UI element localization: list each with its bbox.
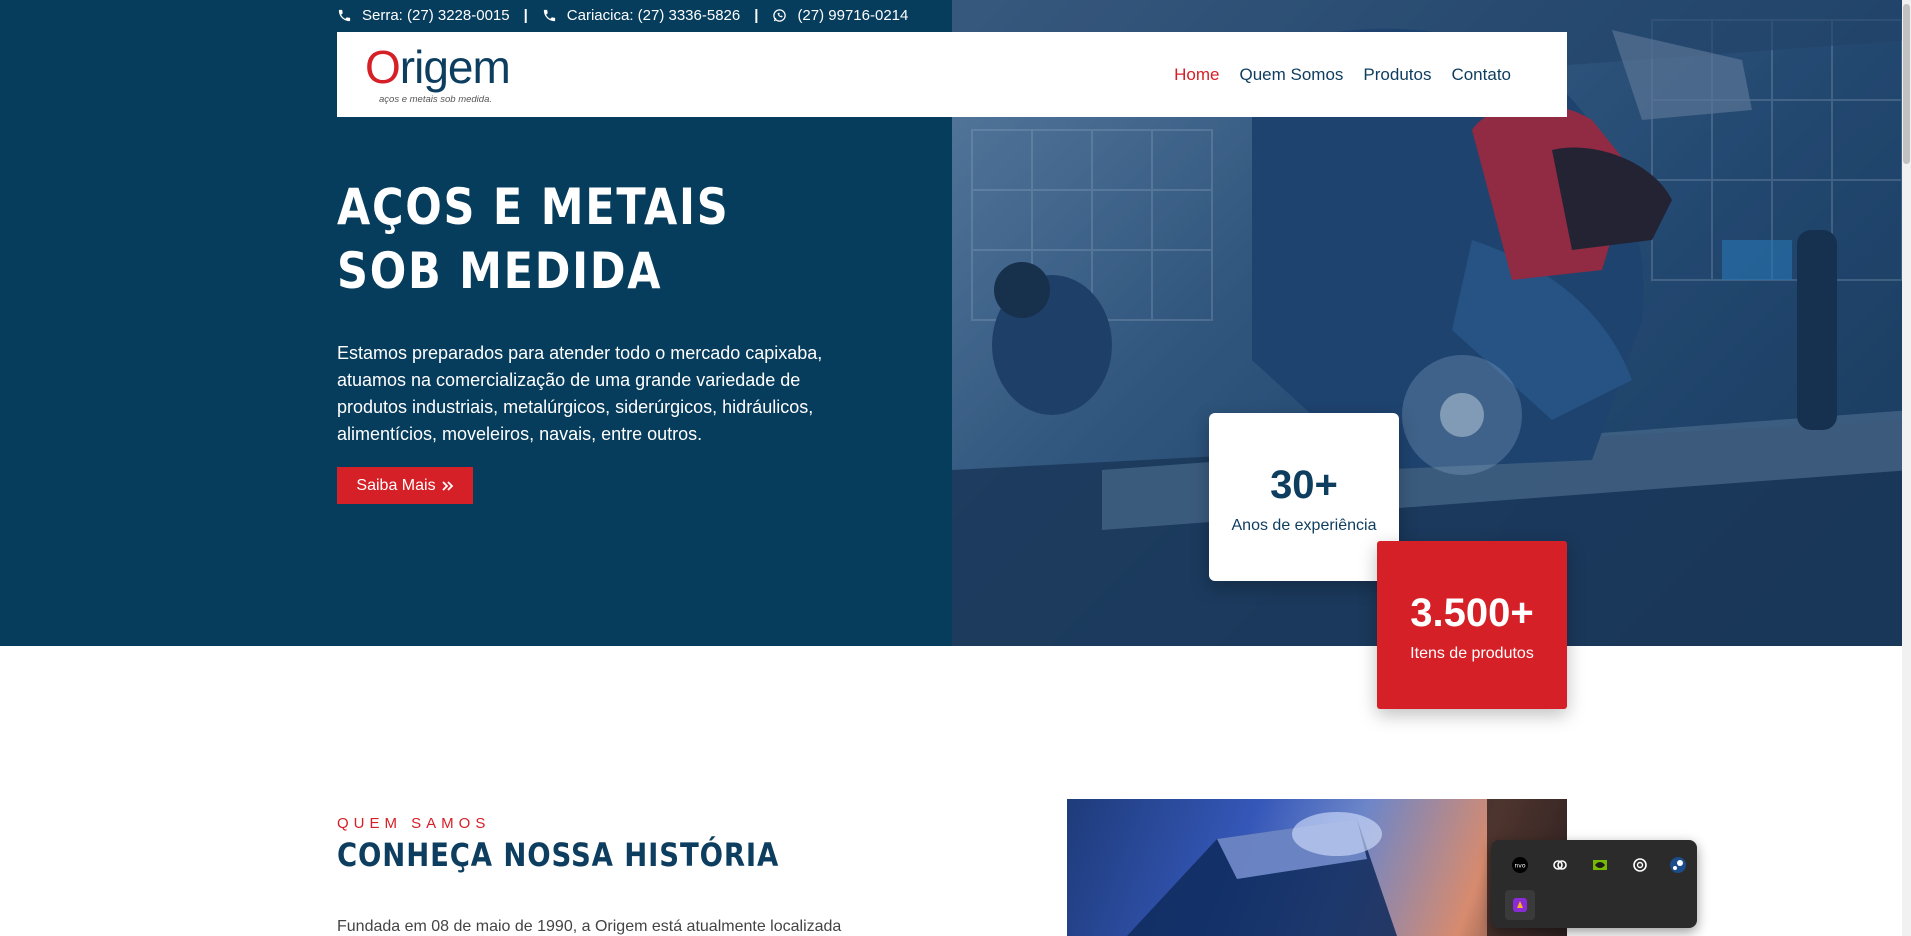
stat-card-products: 3.500+ Itens de produtos: [1377, 541, 1567, 709]
system-tray-popup: nvo: [1491, 840, 1697, 928]
phone-cariacica-text: Cariacica: (27) 3336-5826: [566, 6, 741, 24]
phone-serra[interactable]: Serra: (27) 3228-0015: [337, 7, 510, 24]
phone-cariacica[interactable]: Cariacica: (27) 3336-5826: [542, 7, 740, 24]
logo-o-mark: O: [365, 41, 401, 93]
separator: |: [754, 6, 759, 24]
hero-title: AÇOS E METAIS SOB MEDIDA: [337, 178, 730, 300]
nav-produtos[interactable]: Produtos: [1363, 65, 1431, 85]
stat-label: Itens de produtos: [1410, 645, 1534, 662]
nav-quem-somos[interactable]: Quem Somos: [1239, 65, 1343, 85]
contact-bar: Serra: (27) 3228-0015 | Cariacica: (27) …: [337, 0, 908, 30]
nav-contato[interactable]: Contato: [1451, 65, 1511, 85]
stat-value: 30+: [1270, 463, 1338, 507]
whatsapp-text: (27) 99716-0214: [797, 6, 909, 24]
double-chevron-right-icon: [441, 480, 453, 491]
page: Serra: (27) 3228-0015 | Cariacica: (27) …: [0, 0, 1911, 936]
phone-icon: [338, 9, 351, 21]
hero-description: Estamos preparados para atender todo o m…: [337, 343, 823, 444]
saiba-mais-label: Saiba Mais: [356, 476, 436, 494]
section-eyebrow: QUEM SAMOS: [337, 815, 491, 832]
phone-serra-text: Serra: (27) 3228-0015: [362, 6, 510, 24]
separator: |: [523, 6, 528, 24]
link-icon[interactable]: [1545, 850, 1575, 880]
whatsapp-icon: [773, 8, 787, 22]
svg-text:nvo: nvo: [1514, 863, 1525, 870]
scrollbar-thumb[interactable]: [1903, 4, 1910, 164]
phone-icon: [543, 9, 555, 21]
nvidia-app-icon[interactable]: nvo: [1505, 850, 1535, 880]
stat-label: Anos de experiência: [1231, 517, 1377, 534]
section-title: CONHEÇA NOSSA HISTÓRIA: [337, 836, 780, 874]
steam-icon[interactable]: [1663, 850, 1693, 880]
stat-value: 3.500+: [1410, 591, 1534, 635]
logo[interactable]: Origem aços e metais sob medida.: [365, 40, 525, 110]
nav-home[interactable]: Home: [1174, 65, 1219, 85]
stat-card-experience: 30+ Anos de experiência: [1209, 413, 1399, 581]
nvidia-icon[interactable]: [1585, 850, 1615, 880]
app-icon[interactable]: [1505, 890, 1535, 920]
main-menu: Home Quem Somos Produtos Contato: [1174, 32, 1511, 117]
page-scrollbar[interactable]: [1902, 0, 1911, 936]
logo-tagline: aços e metais sob medida.: [379, 94, 493, 105]
about-text: Fundada em 08 de maio de 1990, a Origem …: [337, 918, 842, 935]
logo-wordmark: Origem: [365, 41, 511, 93]
whatsapp-link[interactable]: (27) 99716-0214: [772, 7, 908, 24]
saiba-mais-button[interactable]: Saiba Mais: [337, 467, 473, 504]
navbar: Origem aços e metais sob medida. Home Qu…: [337, 32, 1567, 117]
chatgpt-icon[interactable]: [1625, 850, 1655, 880]
